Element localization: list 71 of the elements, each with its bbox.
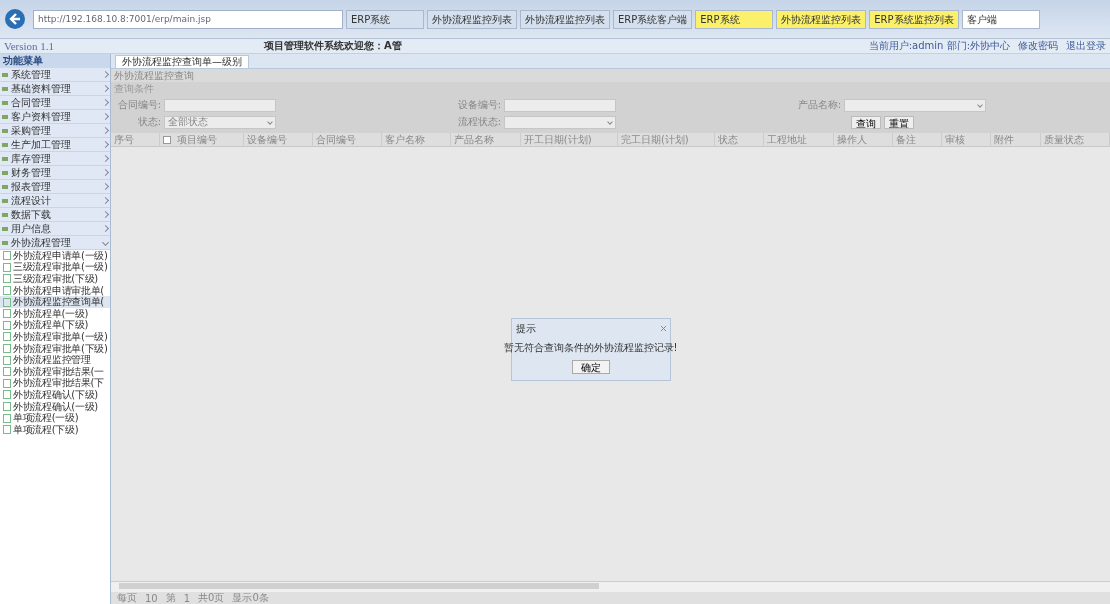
pager-text: 每页 [117, 591, 137, 604]
menu-item[interactable]: 三级流程审批单(一级) [0, 261, 110, 274]
version-label: Version 1.1 [4, 40, 56, 52]
action-button[interactable]: 查询 [851, 115, 881, 129]
input-field[interactable] [164, 98, 276, 112]
header-link[interactable]: 退出登录 [1066, 39, 1106, 53]
menu-item[interactable]: 外协流程审批单(下级) [0, 342, 110, 355]
menu-item[interactable]: 外协流程确认(一级) [0, 400, 110, 413]
menu-item[interactable]: 外协流程单(一级) [0, 307, 110, 320]
menu-item[interactable]: 单项流程(一级) [0, 412, 110, 424]
action-button[interactable]: 重置 [884, 115, 914, 129]
menu-group[interactable]: 合同管理 [0, 96, 110, 110]
menu-item[interactable]: 外协流程审批结果(一 [0, 365, 110, 378]
browser-tab[interactable]: 外协流程监控列表 [520, 9, 610, 29]
menu-group[interactable]: 数据下载 [0, 208, 110, 222]
horizontal-scrollbar[interactable] [111, 581, 1110, 592]
browser-tab[interactable]: 客户端 [961, 9, 1040, 29]
input-field[interactable] [504, 98, 616, 112]
menu-group[interactable]: 生产加工管理 [0, 138, 110, 152]
panel-title: 外协流程监控查询 [111, 69, 1110, 82]
menu-group[interactable]: 报表管理 [0, 180, 110, 194]
address-text: http://192.168.10.8:7001/erp/main.jsp [38, 14, 211, 24]
menu-item[interactable]: 外协流程单(下级) [0, 319, 110, 332]
browser-tab[interactable]: ERP系统 [346, 9, 424, 29]
address-bar[interactable]: http://192.168.10.8:7001/erp/main.jsp [33, 9, 343, 29]
back-icon[interactable] [4, 8, 26, 30]
checkbox[interactable] [163, 135, 172, 144]
menu-item[interactable]: 外协流程申请审批单( [0, 284, 110, 297]
menu-item[interactable]: 外协流程审批单(一级) [0, 331, 110, 343]
pager-text: 第 [165, 591, 176, 604]
select-field[interactable] [504, 115, 616, 129]
menu-group[interactable]: 财务管理 [0, 166, 110, 180]
field-label: 状态: [136, 115, 161, 129]
menu-item[interactable]: 单项流程(下级) [0, 423, 110, 436]
pager-text: 显示0条 [232, 591, 269, 604]
menu-item[interactable]: 外协流程监控查询单( [0, 296, 110, 308]
menu-group[interactable]: 流程设计 [0, 194, 110, 208]
menu-item[interactable]: 外协流程确认(下级) [0, 389, 110, 401]
close-icon[interactable] [660, 326, 666, 331]
menu-item[interactable]: 三级流程审批(下级) [0, 273, 110, 285]
browser-tab[interactable]: 外协流程监控列表 [427, 9, 517, 29]
menu-group[interactable]: 客户资料管理 [0, 110, 110, 124]
field-label: 产品名称: [796, 98, 841, 112]
menu-group[interactable]: 外协流程管理 [0, 236, 110, 250]
pager-text: 共0页 [198, 591, 225, 604]
app-title: 项目管理软件系统欢迎您：A管 [264, 39, 403, 53]
menu-item[interactable]: 外协流程审批结果(下 [0, 377, 110, 390]
field-label: 合同编号: [116, 98, 161, 112]
menu-item[interactable]: 外协流程申请单(一级) [0, 250, 110, 262]
menu-group[interactable]: 库存管理 [0, 152, 110, 166]
menu-item[interactable]: 外协流程监控管理 [0, 354, 110, 366]
header-link[interactable]: 修改密码 [1018, 39, 1058, 53]
menu-group[interactable]: 采购管理 [0, 124, 110, 138]
browser-tab[interactable]: ERP系统客户端 [613, 9, 693, 29]
select-field[interactable] [844, 98, 986, 112]
sidebar-title: 功能菜单 [0, 54, 110, 68]
menu-group[interactable]: 用户信息 [0, 222, 110, 236]
browser-tab[interactable]: ERP系统监控列表 [869, 9, 959, 29]
pager-text: 1 [183, 592, 191, 604]
browser-tab[interactable]: ERP系统 [695, 9, 774, 29]
dialog-message: 暂无符合查询条件的外协流程监控记录! [503, 340, 678, 355]
menu-group[interactable]: 系统管理 [0, 68, 110, 82]
dialog-title: 提示 [515, 321, 536, 336]
ok-button[interactable]: 确定 [571, 359, 610, 374]
menu-group[interactable]: 基础资料管理 [0, 82, 110, 96]
pager-text: 10 [145, 592, 158, 604]
page-tab[interactable]: 外协流程监控查询单—级别 [115, 55, 249, 68]
field-label: 设备编号: [456, 98, 501, 112]
field-label: 流程状态: [456, 115, 501, 129]
header-link[interactable]: 当前用户:admin 部门:外协中心 [868, 39, 1010, 53]
browser-tab[interactable]: 外协流程监控列表 [776, 9, 867, 29]
